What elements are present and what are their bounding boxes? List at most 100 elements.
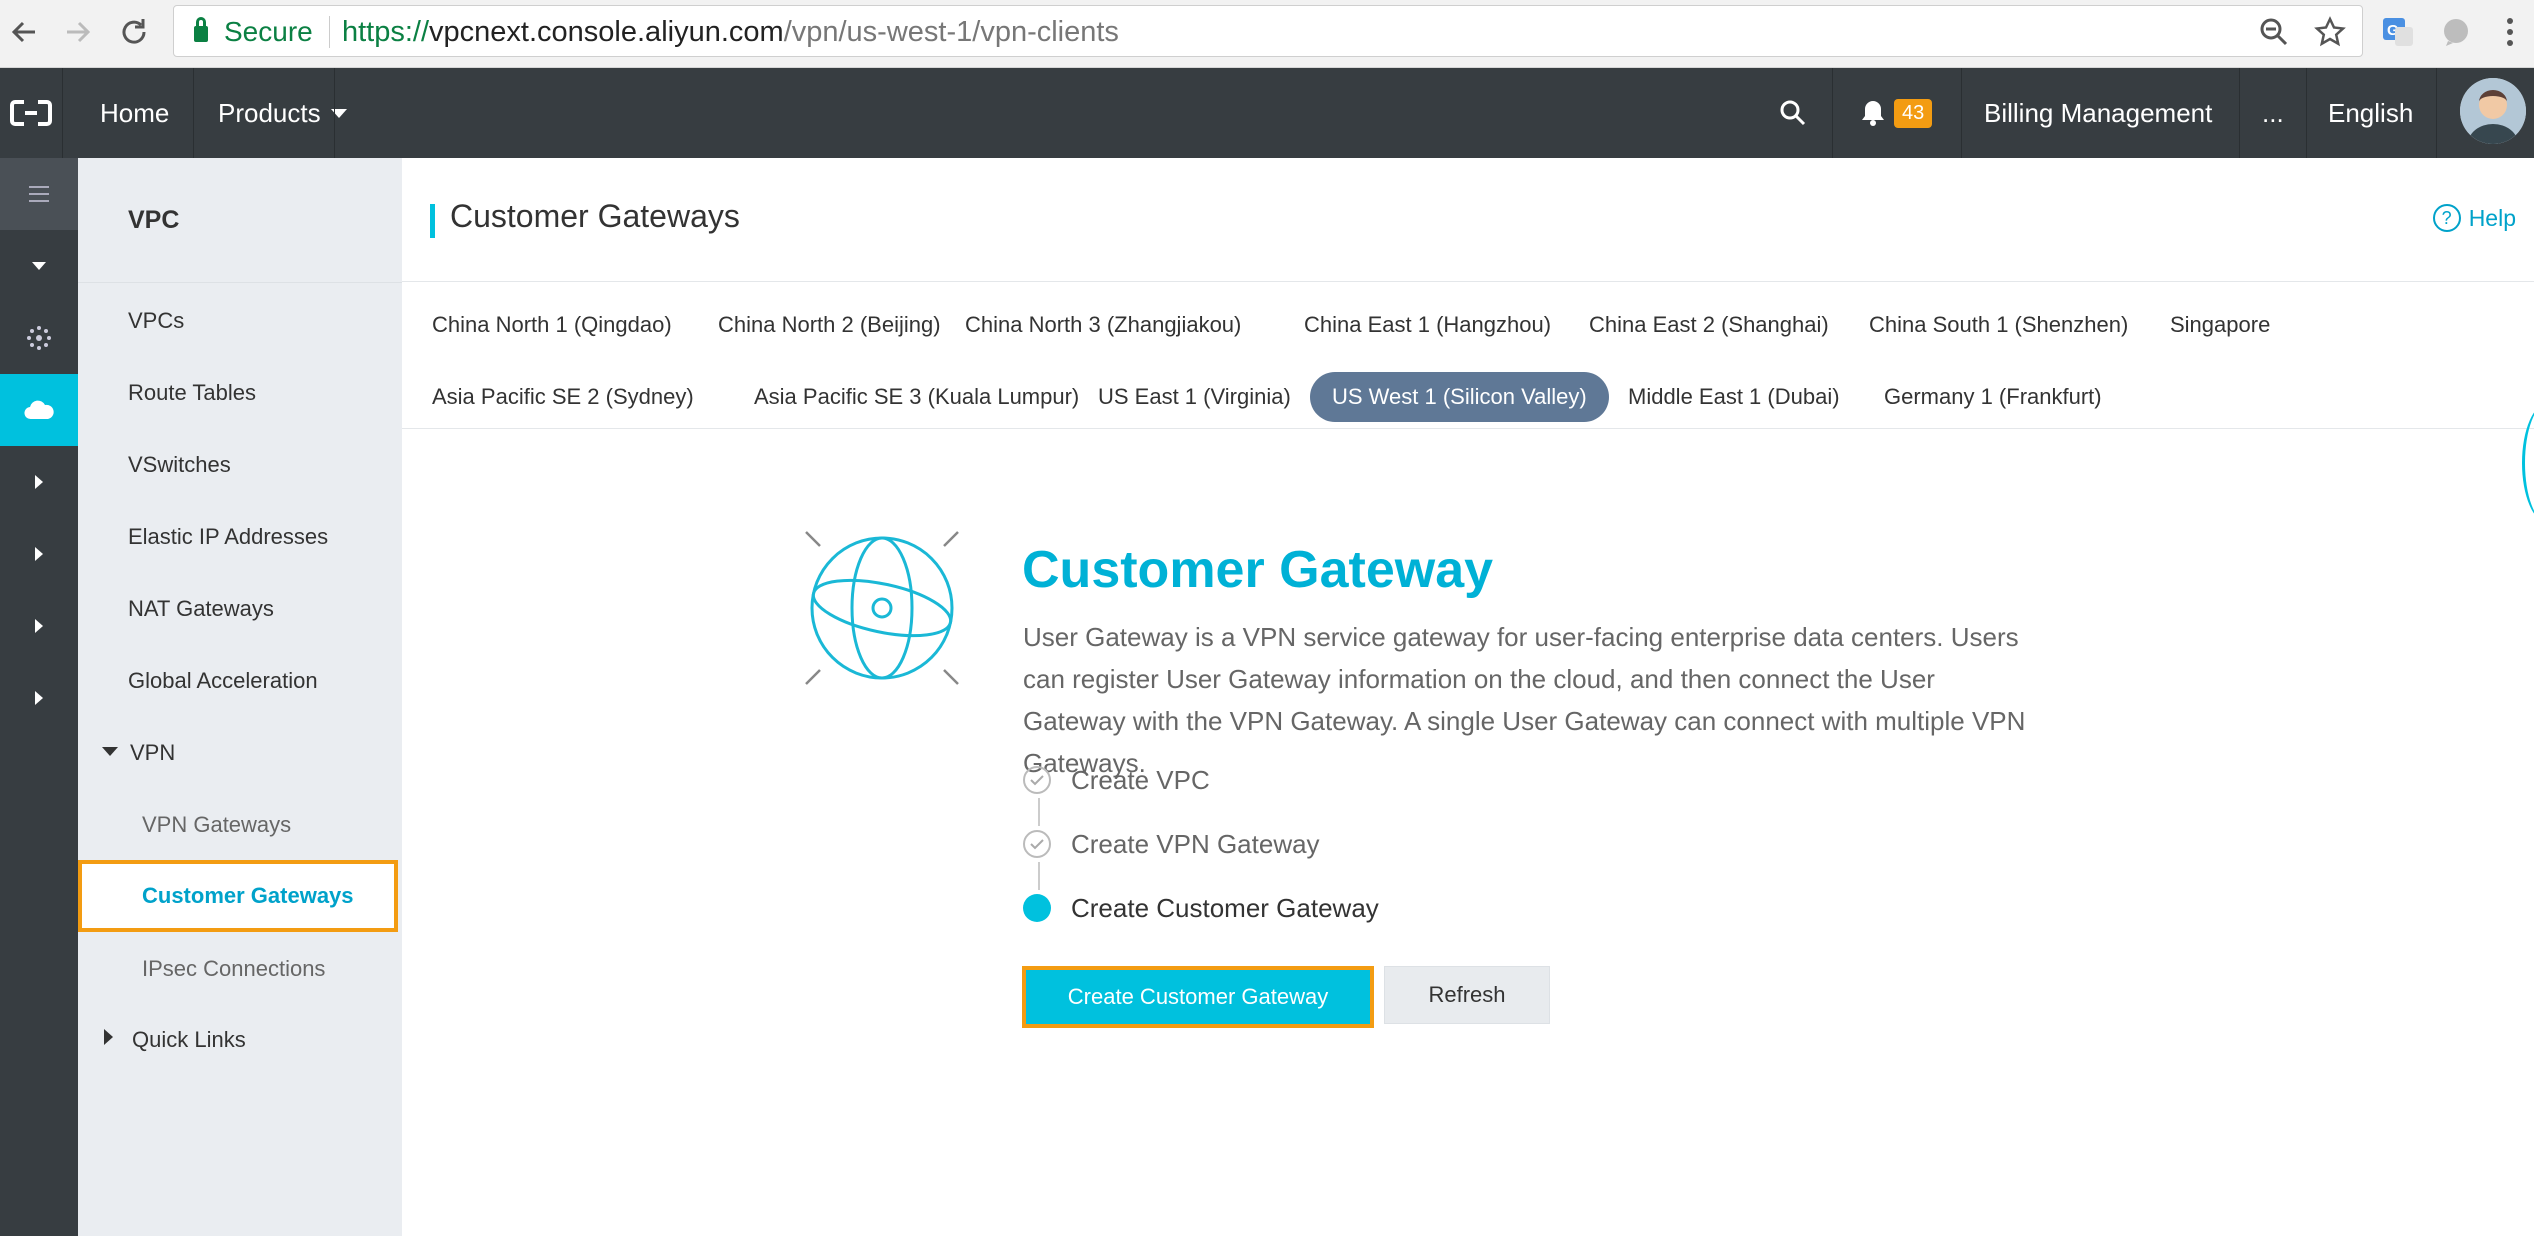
aliyun-logo-icon[interactable] (0, 68, 62, 158)
chevron-right-icon (35, 475, 43, 489)
search-icon (1780, 100, 1806, 126)
vpc-sidebar: VPC VPCs Route Tables VSwitches Elastic … (78, 158, 402, 1236)
url-scheme: https:// (342, 15, 430, 48)
sidebar-item-elastic-ip[interactable]: Elastic IP Addresses (128, 524, 328, 550)
more-menu[interactable]: ... (2262, 68, 2284, 158)
url-host: vpcnext.console.aliyun.com (429, 15, 784, 48)
step-create-vpn-gateway: Create VPN Gateway (1023, 826, 1320, 862)
home-link[interactable]: Home (100, 68, 169, 158)
sidebar-item-vpn-gateways[interactable]: VPN Gateways (142, 812, 291, 838)
rail-expand-1[interactable] (0, 446, 78, 518)
browser-toolbar: Secure https://vpcnext.console.aliyun.co… (0, 0, 2534, 68)
nav-divider (2306, 68, 2307, 158)
language-selector[interactable]: English (2328, 68, 2413, 158)
help-link[interactable]: ? Help (2432, 204, 2516, 232)
chat-extension-icon[interactable] (2436, 12, 2476, 52)
products-label: Products (218, 97, 321, 128)
nav-divider (2436, 68, 2437, 158)
step-label: Create VPN Gateway (1071, 828, 1320, 859)
region-selector: China North 1 (Qingdao) China North 2 (B… (402, 283, 2534, 523)
sidebar-item-nat-gateways[interactable]: NAT Gateways (128, 596, 274, 622)
sidebar-item-route-tables[interactable]: Route Tables (128, 380, 256, 406)
region-tab[interactable]: Asia Pacific SE 2 (Sydney) (410, 372, 716, 422)
sidebar-item-customer-gateways[interactable]: Customer Gateways (78, 860, 398, 932)
url-divider (329, 16, 330, 48)
hamburger-icon (29, 186, 49, 202)
browser-menu-icon[interactable] (2490, 12, 2530, 52)
region-tab[interactable]: Germany 1 (Frankfurt) (1862, 372, 2124, 422)
nav-divider (62, 68, 63, 158)
check-icon (1023, 830, 1051, 858)
region-tab[interactable]: China North 1 (Qingdao) (410, 300, 694, 350)
sidebar-item-global-acceleration[interactable]: Global Acceleration (128, 668, 318, 694)
translate-extension-icon[interactable]: G (2378, 12, 2418, 52)
region-tab[interactable]: China North 2 (Beijing) (696, 300, 963, 350)
chevron-down-icon (330, 108, 347, 118)
chevron-right-icon (104, 1029, 113, 1045)
refresh-button[interactable]: Refresh (1384, 966, 1550, 1024)
forward-icon[interactable] (58, 12, 98, 52)
sidebar-item-ipsec-connections[interactable]: IPsec Connections (142, 956, 325, 982)
sidebar-item-vswitches[interactable]: VSwitches (128, 452, 231, 478)
secure-label: Secure (224, 16, 313, 47)
chevron-right-icon (35, 547, 43, 561)
rail-expand-2[interactable] (0, 518, 78, 590)
region-tab-selected[interactable]: US West 1 (Silicon Valley) (1310, 372, 1609, 422)
zoom-icon[interactable] (2258, 16, 2290, 48)
decorative-arc (2522, 403, 2534, 523)
sidebar-title: VPC (128, 206, 180, 234)
create-customer-gateway-button[interactable]: Create Customer Gateway (1022, 966, 1374, 1028)
hero-description: User Gateway is a VPN service gateway fo… (1023, 622, 2026, 778)
notifications-button[interactable]: 43 (1860, 68, 1933, 158)
search-button[interactable] (1778, 68, 1808, 158)
region-tab[interactable]: China East 2 (Shanghai) (1567, 300, 1851, 350)
menu-toggle[interactable] (0, 158, 78, 230)
step-create-vpc: Create VPC (1023, 762, 1210, 798)
region-tab[interactable]: China South 1 (Shenzhen) (1847, 300, 2150, 350)
rail-expand-4[interactable] (0, 662, 78, 734)
rail-collapse[interactable] (0, 230, 78, 302)
product-icon-rail (0, 158, 78, 1236)
rail-dashboard[interactable] (0, 302, 78, 374)
address-bar[interactable]: Secure https://vpcnext.console.aliyun.co… (173, 5, 2363, 57)
nav-divider (334, 68, 335, 158)
sidebar-item-vpcs[interactable]: VPCs (128, 308, 184, 334)
chevron-down-icon (102, 747, 118, 756)
region-tab[interactable]: US East 1 (Virginia) (1076, 372, 1313, 422)
step-label: Create VPC (1071, 764, 1210, 795)
lock-icon (194, 17, 208, 42)
secure-indicator[interactable]: Secure (194, 6, 313, 58)
chevron-right-icon (35, 691, 43, 705)
nav-divider (1961, 68, 1962, 158)
sidebar-group-quick-links[interactable]: Quick Links (132, 1027, 246, 1053)
notification-count-badge: 43 (1894, 98, 1933, 128)
user-avatar[interactable] (2460, 78, 2526, 144)
page-title: Customer Gateways (450, 198, 740, 234)
sidebar-item-label: Customer Gateways (142, 883, 354, 908)
region-tab[interactable]: Asia Pacific SE 3 (Kuala Lumpur) (732, 372, 1101, 422)
step-create-customer-gateway: Create Customer Gateway (1023, 890, 1379, 926)
chevron-right-icon (35, 619, 43, 633)
console-top-nav: Home Products 43 Billing Management ... … (0, 68, 2534, 158)
help-icon: ? (2432, 204, 2461, 232)
bell-icon (1862, 101, 1884, 126)
current-step-dot-icon (1023, 894, 1051, 922)
sidebar-group-vpn[interactable]: VPN (130, 740, 175, 766)
products-menu[interactable]: Products (218, 68, 347, 158)
back-icon[interactable] (4, 12, 44, 52)
billing-management-link[interactable]: Billing Management (1984, 68, 2212, 158)
bookmark-star-icon[interactable] (2314, 16, 2346, 48)
cluster-icon (27, 326, 51, 350)
region-tab[interactable]: Singapore (2148, 300, 2292, 350)
rail-vpc[interactable] (0, 374, 78, 446)
rail-expand-3[interactable] (0, 590, 78, 662)
nav-divider (1832, 68, 1833, 158)
step-label: Create Customer Gateway (1071, 892, 1379, 923)
region-tab[interactable]: China East 1 (Hangzhou) (1282, 300, 1573, 350)
region-tab[interactable]: Middle East 1 (Dubai) (1606, 372, 1862, 422)
check-icon (1023, 766, 1051, 794)
nav-divider (2239, 68, 2240, 158)
reload-icon[interactable] (114, 12, 154, 52)
url-text[interactable]: https://vpcnext.console.aliyun.com/vpn/u… (342, 6, 1119, 58)
region-tab[interactable]: China North 3 (Zhangjiakou) (943, 300, 1263, 350)
